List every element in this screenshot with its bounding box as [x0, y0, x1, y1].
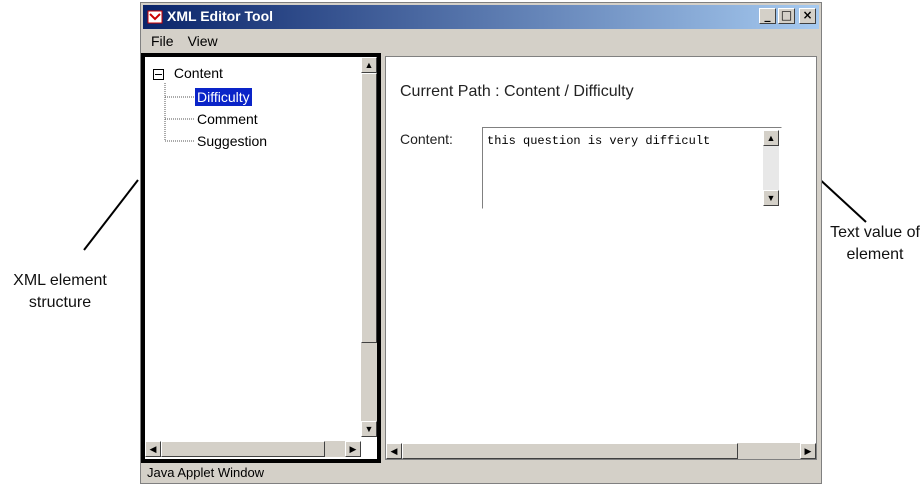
detail-scroll-left-icon[interactable]: ◀: [386, 443, 402, 459]
hscroll-thumb[interactable]: [161, 441, 325, 457]
detail-pane: Current Path : Content / Difficulty Cont…: [385, 56, 817, 460]
status-bar: Java Applet Window: [147, 465, 265, 480]
tree-node-suggestion[interactable]: Suggestion: [195, 132, 269, 150]
menu-bar: File View: [145, 31, 218, 51]
tree-pane: Content Difficulty Comment Suggestion ▲ …: [141, 53, 381, 463]
close-button[interactable]: ×: [799, 8, 816, 24]
window-controls: _ □ ×: [759, 8, 816, 24]
annotation-xml-structure: XML element structure: [13, 272, 107, 311]
menu-file[interactable]: File: [151, 31, 174, 51]
app-icon: [147, 10, 163, 24]
tree-horizontal-scrollbar[interactable]: ◀ ▶: [145, 441, 361, 457]
textarea-scroll-down-icon[interactable]: ▼: [763, 190, 779, 206]
scroll-left-icon[interactable]: ◀: [145, 441, 161, 457]
scroll-down-icon[interactable]: ▼: [361, 421, 377, 437]
content-textarea[interactable]: this question is very difficult ▲ ▼: [482, 127, 782, 209]
maximize-button[interactable]: □: [778, 8, 795, 24]
title-bar[interactable]: XML Editor Tool _ □ ×: [143, 5, 819, 29]
scroll-up-icon[interactable]: ▲: [361, 57, 377, 73]
tree-root-node[interactable]: Content: [153, 65, 223, 81]
scroll-thumb[interactable]: [361, 73, 377, 343]
tree-node-comment[interactable]: Comment: [195, 110, 260, 128]
minimize-button[interactable]: _: [759, 8, 776, 24]
window-title: XML Editor Tool: [167, 8, 274, 24]
detail-hscroll-thumb[interactable]: [402, 443, 738, 459]
tree-node-difficulty[interactable]: Difficulty: [194, 87, 253, 107]
app-window: XML Editor Tool _ □ × File View Content …: [140, 2, 822, 484]
left-annotation-line: [83, 179, 139, 251]
textarea-scrollbar[interactable]: ▲ ▼: [763, 130, 779, 206]
current-path-label: Current Path : Content / Difficulty: [400, 83, 634, 100]
content-value: this question is very difficult: [487, 134, 711, 148]
detail-scroll-right-icon[interactable]: ▶: [800, 443, 816, 459]
tree-vertical-scrollbar[interactable]: ▲ ▼: [361, 57, 377, 437]
annotation-text-value: Text value of element: [830, 224, 920, 263]
collapse-icon[interactable]: [153, 68, 164, 80]
content-label: Content:: [400, 131, 453, 147]
menu-view[interactable]: View: [188, 31, 218, 51]
textarea-scroll-up-icon[interactable]: ▲: [763, 130, 779, 146]
tree-root-label: Content: [173, 65, 223, 81]
detail-horizontal-scrollbar[interactable]: ◀ ▶: [386, 443, 816, 459]
scroll-right-icon[interactable]: ▶: [345, 441, 361, 457]
